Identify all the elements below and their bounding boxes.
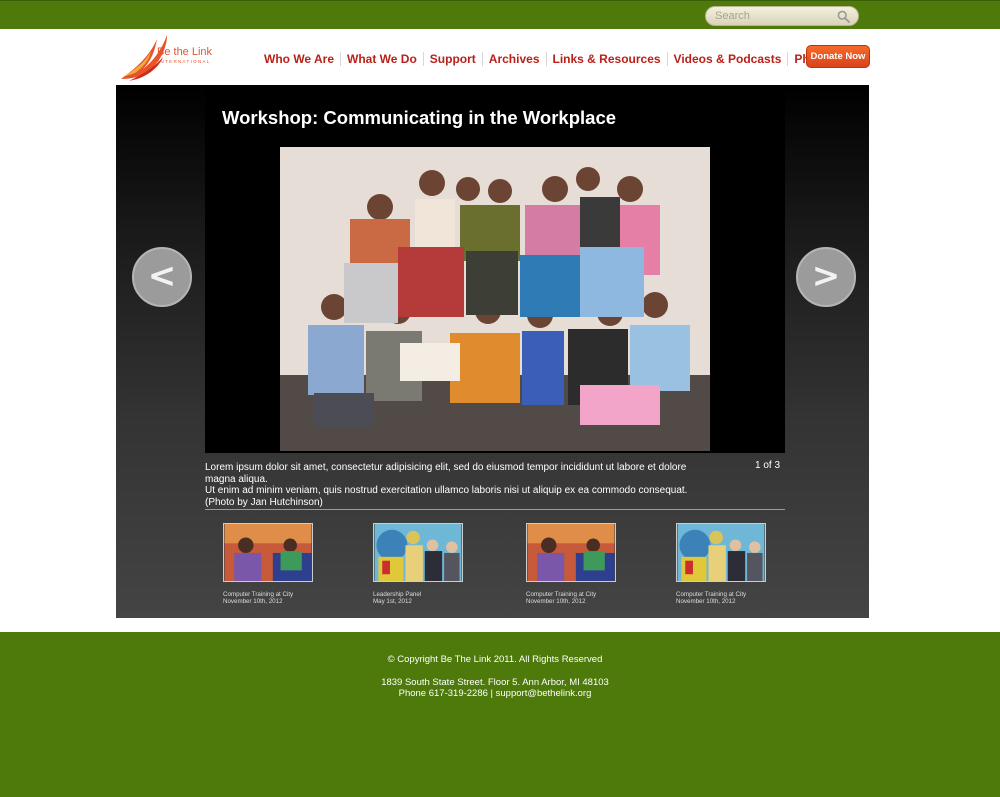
caption-line-1: Lorem ipsum dolor sit amet, consectetur … <box>205 462 687 485</box>
prev-slide-button[interactable]: < <box>132 247 192 307</box>
slide-caption: Lorem ipsum dolor sit amet, consectetur … <box>205 462 705 508</box>
slide-frame: Workshop: Communicating in the Workplace <box>205 85 785 453</box>
thumbnail-date: November 10th, 2012 <box>223 598 283 605</box>
thumbnail-image[interactable] <box>676 523 766 582</box>
main-nav: Who We Are What We Do Support Archives L… <box>258 52 841 66</box>
nav-what-we-do[interactable]: What We Do <box>340 52 423 66</box>
slide-photo <box>280 147 710 451</box>
thumbnail-date: November 10th, 2012 <box>676 598 736 605</box>
footer-address: 1839 South State Street. Floor 5. Ann Ar… <box>381 677 609 688</box>
nav-who-we-are[interactable]: Who We Are <box>258 52 340 66</box>
slide-title: Workshop: Communicating in the Workplace <box>222 107 617 128</box>
donate-button[interactable]: Donate Now <box>806 45 870 68</box>
thumbnail-title: Computer Training at City <box>526 591 597 598</box>
nav-archives[interactable]: Archives <box>481 52 546 66</box>
site-footer: © Copyright Be The Link 2011. All Rights… <box>0 632 1000 797</box>
thumbnail-image[interactable] <box>373 523 463 582</box>
thumbnail-item[interactable]: Computer Training at City November 10th,… <box>676 523 786 605</box>
nav-links-resources[interactable]: Links & Resources <box>545 52 667 66</box>
thumbnail-image[interactable] <box>526 523 616 582</box>
logo-subtitle: INTERNATIONAL <box>158 59 211 64</box>
next-slide-button[interactable]: > <box>796 247 856 307</box>
top-bar <box>0 0 1000 29</box>
thumbnail-item[interactable]: Computer Training at City November 10th,… <box>223 523 333 605</box>
thumbnail-date: November 10th, 2012 <box>526 598 586 605</box>
slide-counter: 1 of 3 <box>755 460 781 471</box>
slideshow: Workshop: Communicating in the Workplace <box>116 85 869 618</box>
thumbnail-title: Computer Training at City <box>223 591 294 598</box>
logo-wordmark[interactable]: Be the Link <box>157 46 212 58</box>
thumbnail-item[interactable]: Leadership Panel May 1st, 2012 <box>373 523 483 605</box>
nav-support[interactable]: Support <box>422 52 482 66</box>
caption-credit: (Photo by Jan Hutchinson) <box>205 496 323 508</box>
thumbnail-date: May 1st, 2012 <box>373 598 412 605</box>
thumbnail-title: Leadership Panel <box>373 591 422 598</box>
site-header: Be the Link INTERNATIONAL Who We Are Wha… <box>0 29 1000 85</box>
divider <box>205 509 785 510</box>
footer-copyright: © Copyright Be The Link 2011. All Rights… <box>387 654 603 665</box>
search-box[interactable] <box>705 6 859 26</box>
search-input[interactable] <box>715 9 835 23</box>
thumbnail-title: Computer Training at City <box>676 591 747 598</box>
search-icon[interactable] <box>837 10 850 23</box>
caption-line-2: Ut enim ad minim veniam, quis nostrud ex… <box>205 485 688 496</box>
thumbnail-item[interactable]: Computer Training at City November 10th,… <box>526 523 636 605</box>
thumbnail-image[interactable] <box>223 523 313 582</box>
footer-contact[interactable]: Phone 617-319-2286 | support@bethelink.o… <box>0 688 995 699</box>
nav-videos-podcasts[interactable]: Videos & Podcasts <box>666 52 788 66</box>
